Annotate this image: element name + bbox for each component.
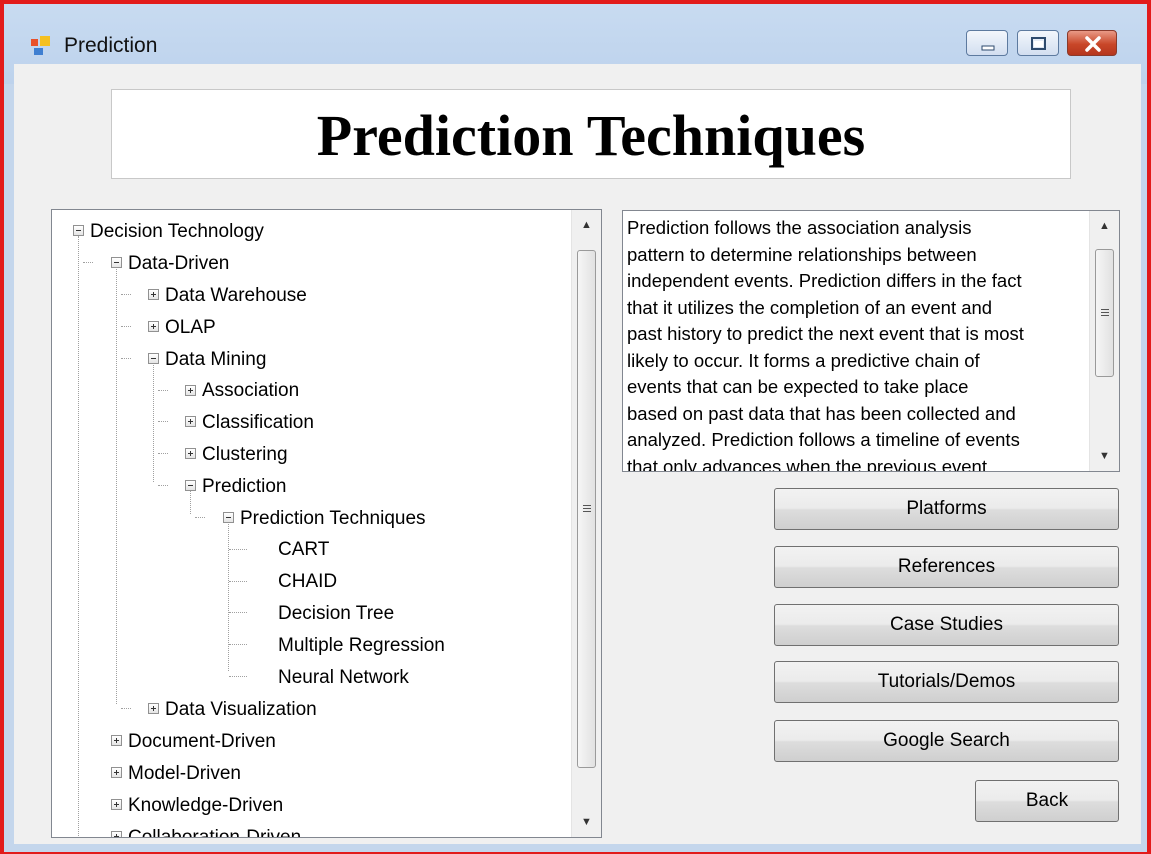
expand-icon[interactable]: [148, 703, 159, 714]
tree-connector: [121, 326, 131, 327]
tree-connector: [195, 517, 205, 518]
tree-node-neural-network[interactable]: Neural Network: [278, 666, 409, 690]
collapse-icon[interactable]: [73, 225, 84, 236]
technology-tree-view[interactable]: Decision Technology Data-Driven Data War…: [51, 209, 602, 838]
description-line: events that can be expected to take plac…: [627, 376, 969, 397]
tree-connector: [229, 549, 247, 550]
grip-icon: [1101, 309, 1109, 316]
tree-node-model-driven[interactable]: Model-Driven: [128, 762, 241, 786]
tree-node-cart[interactable]: CART: [278, 538, 329, 562]
collapse-icon[interactable]: [223, 512, 234, 523]
close-icon: [1085, 36, 1101, 52]
expand-icon[interactable]: [185, 416, 196, 427]
page-title: Prediction Techniques: [316, 103, 866, 168]
tree-connector: [121, 294, 131, 295]
scroll-down-arrow-icon[interactable]: ▼: [572, 807, 601, 837]
tree-node-multiple-regression[interactable]: Multiple Regression: [278, 634, 445, 658]
scroll-up-arrow-icon[interactable]: ▲: [1090, 211, 1119, 241]
tree-node-data-mining[interactable]: Data Mining: [165, 348, 266, 372]
tree-connector: [158, 453, 168, 454]
tree-node-data-driven[interactable]: Data-Driven: [128, 252, 229, 276]
expand-icon[interactable]: [111, 767, 122, 778]
description-line: pattern to determine relationships betwe…: [627, 243, 977, 265]
tree-node-data-warehouse[interactable]: Data Warehouse: [165, 284, 307, 308]
expand-icon[interactable]: [111, 735, 122, 746]
references-button[interactable]: References: [774, 546, 1119, 588]
scroll-up-arrow-icon[interactable]: ▲: [572, 210, 601, 240]
prediction-window: Prediction Prediction Techniques Decisio…: [0, 0, 1151, 854]
tree-connector: [190, 490, 191, 514]
expand-icon[interactable]: [185, 448, 196, 459]
tree-connector: [153, 363, 154, 482]
description-line: that it utilizes the completion of an ev…: [627, 296, 993, 318]
collapse-icon[interactable]: [148, 353, 159, 364]
grip-icon: [583, 505, 591, 512]
expand-icon[interactable]: [111, 831, 122, 837]
tree-connector: [78, 236, 79, 836]
expand-icon[interactable]: [148, 321, 159, 332]
tree-node-knowledge-driven[interactable]: Knowledge-Driven: [128, 794, 283, 818]
minimize-button[interactable]: [966, 30, 1008, 56]
maximize-button[interactable]: [1017, 30, 1059, 56]
close-button[interactable]: [1067, 30, 1117, 56]
description-scrollbar[interactable]: ▲ ▼: [1089, 211, 1119, 471]
case-studies-button[interactable]: Case Studies: [774, 604, 1119, 646]
description-line: that only advances when the previous eve…: [627, 455, 987, 472]
tree-connector: [121, 358, 131, 359]
tree-node-decision-tree[interactable]: Decision Tree: [278, 602, 394, 626]
tree-connector: [229, 581, 247, 582]
tree-connector: [229, 676, 247, 677]
description-line: analyzed. Prediction follows a timeline …: [627, 429, 1020, 450]
tree-node-association[interactable]: Association: [202, 379, 299, 403]
tree-connector: [158, 421, 168, 422]
description-textbox[interactable]: Prediction follows the association analy…: [622, 210, 1120, 472]
description-line: independent events. Prediction differs i…: [627, 270, 1022, 291]
tree-connector: [116, 267, 117, 704]
app-form-icon: [31, 36, 50, 55]
tree-node-olap[interactable]: OLAP: [165, 316, 216, 340]
tree-node-data-visualization[interactable]: Data Visualization: [165, 698, 317, 722]
tree-node-prediction[interactable]: Prediction: [202, 475, 287, 499]
collapse-icon[interactable]: [111, 257, 122, 268]
tree-connector: [228, 520, 229, 671]
description-text: Prediction follows the association analy…: [627, 215, 1087, 472]
scroll-thumb[interactable]: [577, 250, 596, 768]
description-line: past history to predict the next event t…: [627, 323, 1024, 344]
collapse-icon[interactable]: [185, 480, 196, 491]
tree-connector: [158, 485, 168, 486]
scroll-thumb[interactable]: [1095, 249, 1114, 377]
description-line: based on past data that has been collect…: [627, 402, 1016, 424]
form-client-area: Prediction Techniques Decision Technolog…: [14, 64, 1141, 844]
tree-node-document-driven[interactable]: Document-Driven: [128, 730, 276, 754]
window-title: Prediction: [64, 34, 158, 57]
description-line: Prediction follows the association analy…: [627, 217, 972, 238]
tutorials-demos-button[interactable]: Tutorials/Demos: [774, 661, 1119, 703]
tree-node-clustering[interactable]: Clustering: [202, 443, 288, 467]
tree-scrollbar[interactable]: ▲ ▼: [571, 210, 601, 837]
maximize-icon: [1031, 37, 1046, 50]
tree-node-classification[interactable]: Classification: [202, 411, 314, 435]
expand-icon[interactable]: [111, 799, 122, 810]
tree-node-decision-technology[interactable]: Decision Technology: [90, 220, 264, 244]
expand-icon[interactable]: [185, 385, 196, 396]
platforms-button[interactable]: Platforms: [774, 488, 1119, 530]
scroll-down-arrow-icon[interactable]: ▼: [1090, 441, 1119, 471]
back-button[interactable]: Back: [975, 780, 1119, 822]
minimize-icon: [981, 45, 995, 51]
tree-connector: [158, 390, 168, 391]
tree-node-prediction-techniques[interactable]: Prediction Techniques: [240, 507, 426, 531]
tree-connector: [229, 612, 247, 613]
tree-connector: [121, 708, 131, 709]
google-search-button[interactable]: Google Search: [774, 720, 1119, 762]
tree-connector: [229, 644, 247, 645]
tree-node-chaid[interactable]: CHAID: [278, 570, 337, 594]
tree-connector: [83, 262, 93, 263]
tree-node-collaboration-driven[interactable]: Collaboration-Driven: [128, 826, 301, 837]
expand-icon[interactable]: [148, 289, 159, 300]
header-panel: Prediction Techniques: [111, 89, 1071, 179]
description-line: likely to occur. It forms a predictive c…: [627, 349, 980, 371]
